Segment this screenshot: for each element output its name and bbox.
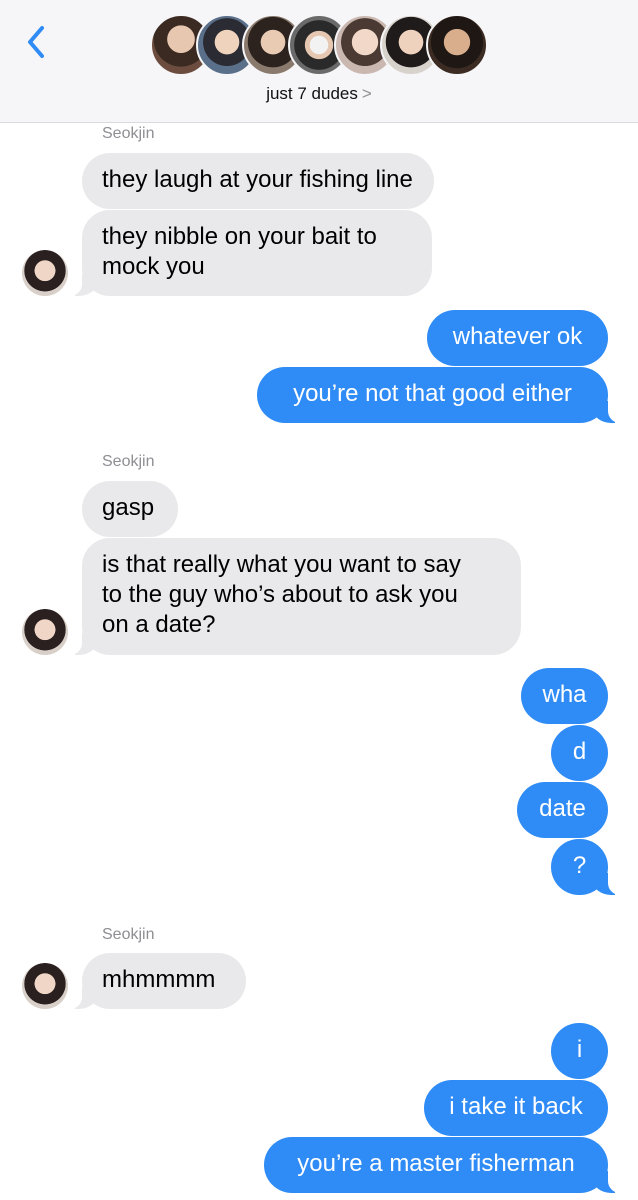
incoming-message[interactable]: they laugh at your fishing line bbox=[82, 153, 434, 209]
outgoing-message[interactable]: date bbox=[517, 782, 608, 838]
sender-name: Seokjin bbox=[102, 453, 155, 470]
sender-avatar bbox=[22, 250, 68, 296]
outgoing-message[interactable]: ? bbox=[551, 839, 628, 895]
outgoing-message[interactable]: wha bbox=[521, 668, 608, 724]
chevron-right-icon: > bbox=[361, 84, 372, 103]
conversation-header: just 7 dudes > bbox=[0, 0, 638, 123]
sender-avatar bbox=[22, 609, 68, 655]
outgoing-message[interactable]: whatever ok bbox=[427, 310, 608, 366]
group-avatars[interactable] bbox=[150, 14, 490, 78]
group-name-label: just 7 dudes bbox=[266, 84, 358, 103]
member-avatar bbox=[426, 14, 488, 76]
outgoing-message[interactable]: you’re not that good either bbox=[257, 367, 628, 423]
outgoing-message[interactable]: you’re a master fisherman bbox=[264, 1137, 628, 1193]
incoming-message[interactable]: mhmmmm bbox=[62, 953, 246, 1009]
incoming-message[interactable]: they nibble on your bait to mock you bbox=[62, 210, 432, 296]
chevron-left-icon[interactable] bbox=[22, 22, 50, 62]
outgoing-message[interactable]: i take it back bbox=[424, 1080, 608, 1136]
sender-avatar bbox=[22, 963, 68, 1009]
incoming-message[interactable]: gasp bbox=[82, 481, 178, 537]
incoming-message[interactable]: is that really what you want to say to t… bbox=[62, 538, 521, 655]
group-name[interactable]: just 7 dudes > bbox=[0, 84, 638, 104]
outgoing-message[interactable]: i bbox=[551, 1023, 608, 1079]
sender-name: Seokjin bbox=[102, 125, 155, 142]
outgoing-message[interactable]: d bbox=[551, 725, 608, 781]
sender-name: Seokjin bbox=[102, 926, 155, 943]
